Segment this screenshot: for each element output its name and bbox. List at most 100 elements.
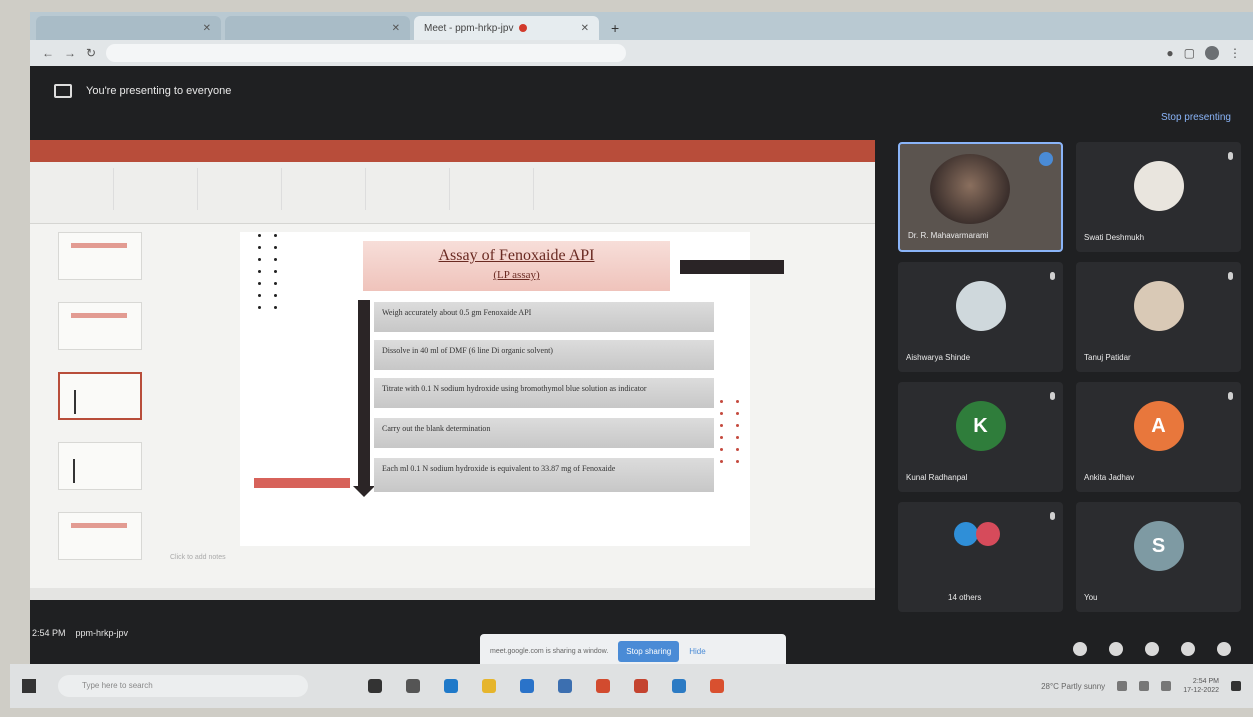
widgets-icon[interactable] — [406, 679, 420, 693]
new-tab-button[interactable]: + — [603, 20, 627, 40]
participant-tile[interactable]: Swati Deshmukh — [1076, 142, 1241, 252]
shared-powerpoint-window: Assay of Fenoxaide API (LP assay) Weigh … — [30, 140, 875, 600]
participant-avatar — [955, 281, 1006, 331]
slide-thumbnail[interactable] — [58, 442, 142, 490]
mic-muted-icon — [1050, 272, 1055, 280]
profile-avatar[interactable] — [1205, 46, 1219, 60]
task-view-icon[interactable] — [368, 679, 382, 693]
participant-tile[interactable]: S You — [1076, 502, 1241, 612]
mic-muted-icon — [1228, 392, 1233, 400]
ribbon-group[interactable] — [44, 168, 114, 210]
info-icon[interactable] — [1073, 642, 1087, 656]
edge-icon[interactable] — [444, 679, 458, 693]
stop-presenting-link[interactable]: Stop presenting — [1161, 112, 1231, 123]
participant-tile[interactable]: Tanuj Patidar — [1076, 262, 1241, 372]
decorative-footer-bar — [254, 478, 350, 488]
participant-avatar — [1133, 281, 1184, 331]
address-bar[interactable] — [106, 44, 627, 62]
mail-icon[interactable] — [520, 679, 534, 693]
participant-avatar: S — [1133, 521, 1184, 571]
ribbon-group[interactable] — [128, 168, 198, 210]
process-arrow — [358, 300, 370, 488]
clock-date: 17-12-2022 — [1183, 687, 1219, 694]
step-box: Titrate with 0.1 N sodium hydroxide usin… — [374, 378, 714, 408]
ribbon-group[interactable] — [212, 168, 282, 210]
system-tray: 28°C Partly sunny 2:54 PM 17-12-2022 — [1041, 677, 1241, 695]
activities-icon[interactable] — [1181, 642, 1195, 656]
participant-avatar: K — [955, 401, 1006, 451]
speaking-indicator-icon — [1039, 152, 1053, 166]
ribbon-group[interactable] — [380, 168, 450, 210]
browser-tab-meet[interactable]: Meet - ppm-hrkp-jpv ✕ — [414, 16, 599, 40]
reload-icon[interactable]: ↻ — [86, 46, 96, 60]
close-tab-icon[interactable]: ✕ — [203, 23, 211, 34]
network-icon[interactable] — [1117, 681, 1128, 691]
taskbar-search[interactable]: Type here to search — [58, 675, 308, 697]
participant-avatar — [976, 522, 1000, 546]
participant-tile-self[interactable]: Dr. R. Mahavarmarami — [898, 142, 1063, 252]
slide-thumbnail-selected[interactable] — [58, 372, 142, 420]
ribbon-group[interactable] — [464, 168, 534, 210]
arrow-head-icon — [353, 486, 375, 497]
people-icon[interactable] — [1109, 642, 1123, 656]
back-icon[interactable]: ← — [42, 46, 54, 60]
slide-thumbnail[interactable] — [58, 512, 142, 560]
slide-title-line2: (LP assay) — [493, 269, 540, 281]
meet-bottom-bar: 2:54 PM ppm-hrkp-jpv meet.google.com is … — [30, 614, 1253, 668]
chrome-icon[interactable] — [710, 679, 724, 693]
close-tab-icon[interactable]: ✕ — [581, 23, 589, 34]
camera-icon[interactable]: ● — [1166, 46, 1173, 60]
sharing-notification: meet.google.com is sharing a window. Sto… — [480, 634, 786, 668]
chat-icon[interactable] — [1145, 642, 1159, 656]
close-tab-icon[interactable]: ✕ — [392, 23, 400, 34]
word-icon[interactable] — [558, 679, 572, 693]
ribbon-group[interactable] — [296, 168, 366, 210]
store-icon[interactable] — [672, 679, 686, 693]
volume-icon[interactable] — [1139, 681, 1150, 691]
slide-title-line1: Assay of Fenoxaide API — [438, 247, 595, 264]
current-slide: Assay of Fenoxaide API (LP assay) Weigh … — [240, 232, 784, 546]
red-dot-pattern — [720, 400, 742, 463]
participant-tile-others[interactable]: 14 others — [898, 502, 1063, 612]
lock-icon[interactable] — [1217, 642, 1231, 656]
powerpoint-icon[interactable] — [634, 679, 648, 693]
extensions-icon[interactable]: ▢ — [1184, 46, 1195, 60]
participant-tile[interactable]: A Ankita Jadhav — [1076, 382, 1241, 492]
menu-icon[interactable]: ⋮ — [1229, 46, 1241, 60]
forward-icon[interactable]: → — [64, 46, 76, 60]
powerpoint-titlebar — [30, 140, 875, 162]
participant-avatar — [954, 522, 978, 546]
participant-tile[interactable]: K Kunal Radhanpal — [898, 382, 1063, 492]
tab-label: Meet - ppm-hrkp-jpv — [424, 22, 514, 34]
windows-taskbar: Type here to search 28°C Partly sunny 2:… — [10, 664, 1253, 708]
notes-pane[interactable]: Click to add notes — [170, 554, 226, 561]
chrome-icon[interactable] — [596, 679, 610, 693]
slide-thumbnail[interactable] — [58, 302, 142, 350]
recording-dot-icon — [519, 24, 528, 32]
hide-button[interactable]: Hide — [689, 647, 705, 656]
participant-tile[interactable]: Aishwarya Shinde — [898, 262, 1063, 372]
mic-muted-icon — [1050, 512, 1055, 520]
mic-muted-icon — [1228, 152, 1233, 160]
browser-tab-strip: ✕ ✕ Meet - ppm-hrkp-jpv ✕ + — [30, 12, 1253, 40]
step-box: Each ml 0.1 N sodium hydroxide is equiva… — [374, 458, 714, 492]
participant-name: You — [1084, 593, 1098, 602]
participant-name: 14 others — [948, 593, 982, 602]
taskbar-apps — [368, 679, 724, 693]
participant-name: Aishwarya Shinde — [906, 353, 971, 362]
browser-tab-2[interactable]: ✕ — [225, 16, 410, 40]
taskbar-clock[interactable]: 2:54 PM 17-12-2022 — [1183, 677, 1219, 695]
participant-name: Kunal Radhanpal — [906, 473, 968, 482]
slide-thumbnail[interactable] — [58, 232, 142, 280]
file-explorer-icon[interactable] — [482, 679, 496, 693]
slide-title: Assay of Fenoxaide API (LP assay) — [363, 241, 670, 291]
notifications-icon[interactable] — [1231, 681, 1241, 691]
battery-icon[interactable] — [1161, 681, 1172, 691]
stop-sharing-button[interactable]: Stop sharing — [618, 640, 680, 662]
meeting-time: 2:54 PM — [32, 628, 66, 638]
browser-tab-1[interactable]: ✕ — [36, 16, 221, 40]
weather-widget[interactable]: 28°C Partly sunny — [1041, 682, 1105, 691]
dot-pattern — [258, 234, 280, 309]
windows-start-icon[interactable] — [22, 679, 36, 693]
presenting-banner: You're presenting to everyone — [30, 66, 1253, 116]
